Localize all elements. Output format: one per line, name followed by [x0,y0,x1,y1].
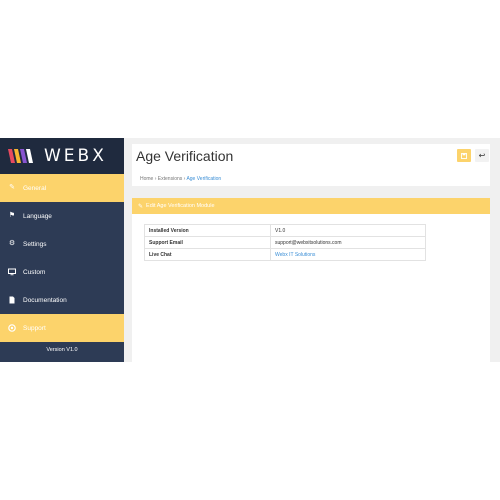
sidebar-item-support[interactable]: Support [0,314,124,342]
app-window: WEBX ✎ General ⚑ Language ⚙ Settings Cus… [0,138,500,362]
module-panel: ✎ Edit Age Verification Module Installed… [132,198,490,362]
sidebar-item-settings[interactable]: ⚙ Settings [0,230,124,258]
sidebar-item-label: Documentation [23,296,67,304]
monitor-icon [8,268,16,276]
sidebar-item-label: Support [23,324,46,332]
breadcrumb-current[interactable]: Age Verification [186,176,221,182]
sidebar-item-label: Language [23,212,52,220]
info-key: Installed Version [144,224,271,237]
edit-icon: ✎ [9,184,15,191]
main-content: Age Verification Home › Extensions › Age… [124,138,500,362]
table-row: Installed Version V1.0 [144,224,426,237]
table-row: Support Email support@webxitsolutions.co… [144,236,426,249]
info-table: Installed Version V1.0 Support Email sup… [144,224,426,261]
info-key: Support Email [144,236,271,249]
info-value: support@webxitsolutions.com [270,236,426,249]
sidebar-item-label: Settings [23,240,47,248]
live-chat-link[interactable]: Webx IT Solutions [270,248,426,261]
reply-icon: ↩ [478,151,486,160]
save-icon [461,152,467,159]
logo: WEBX [0,138,124,174]
gear-icon: ⚙ [8,240,16,247]
version-label: Version V1.0 [46,347,78,353]
page-header: Age Verification Home › Extensions › Age… [132,144,490,186]
flag-icon: ⚑ [8,212,16,219]
table-row: Live Chat Webx IT Solutions [144,248,426,261]
breadcrumb: Home › Extensions › Age Verification [140,176,221,182]
info-value: V1.0 [270,224,426,237]
document-icon [8,296,16,304]
sidebar-item-documentation[interactable]: Documentation [0,286,124,314]
sidebar-item-general[interactable]: ✎ General [0,174,124,202]
brand-name: WEBX [44,146,107,166]
sidebar: WEBX ✎ General ⚑ Language ⚙ Settings Cus… [0,138,124,362]
info-key: Live Chat [144,248,271,261]
save-button[interactable] [457,149,471,162]
support-icon [8,324,16,332]
page-title: Age Verification [136,148,234,164]
sidebar-item-label: General [23,184,47,192]
sidebar-item-label: Custom [23,268,46,276]
breadcrumb-extensions[interactable]: Extensions [158,176,182,182]
webx-logo-icon [8,149,33,163]
back-button[interactable]: ↩ [475,149,489,162]
pencil-icon: ✎ [138,203,144,210]
sidebar-item-language[interactable]: ⚑ Language [0,202,124,230]
sidebar-item-custom[interactable]: Custom [0,258,124,286]
panel-heading: ✎ Edit Age Verification Module [132,198,490,214]
panel-heading-title: Edit Age Verification Module [146,203,215,209]
breadcrumb-home[interactable]: Home [140,176,153,182]
